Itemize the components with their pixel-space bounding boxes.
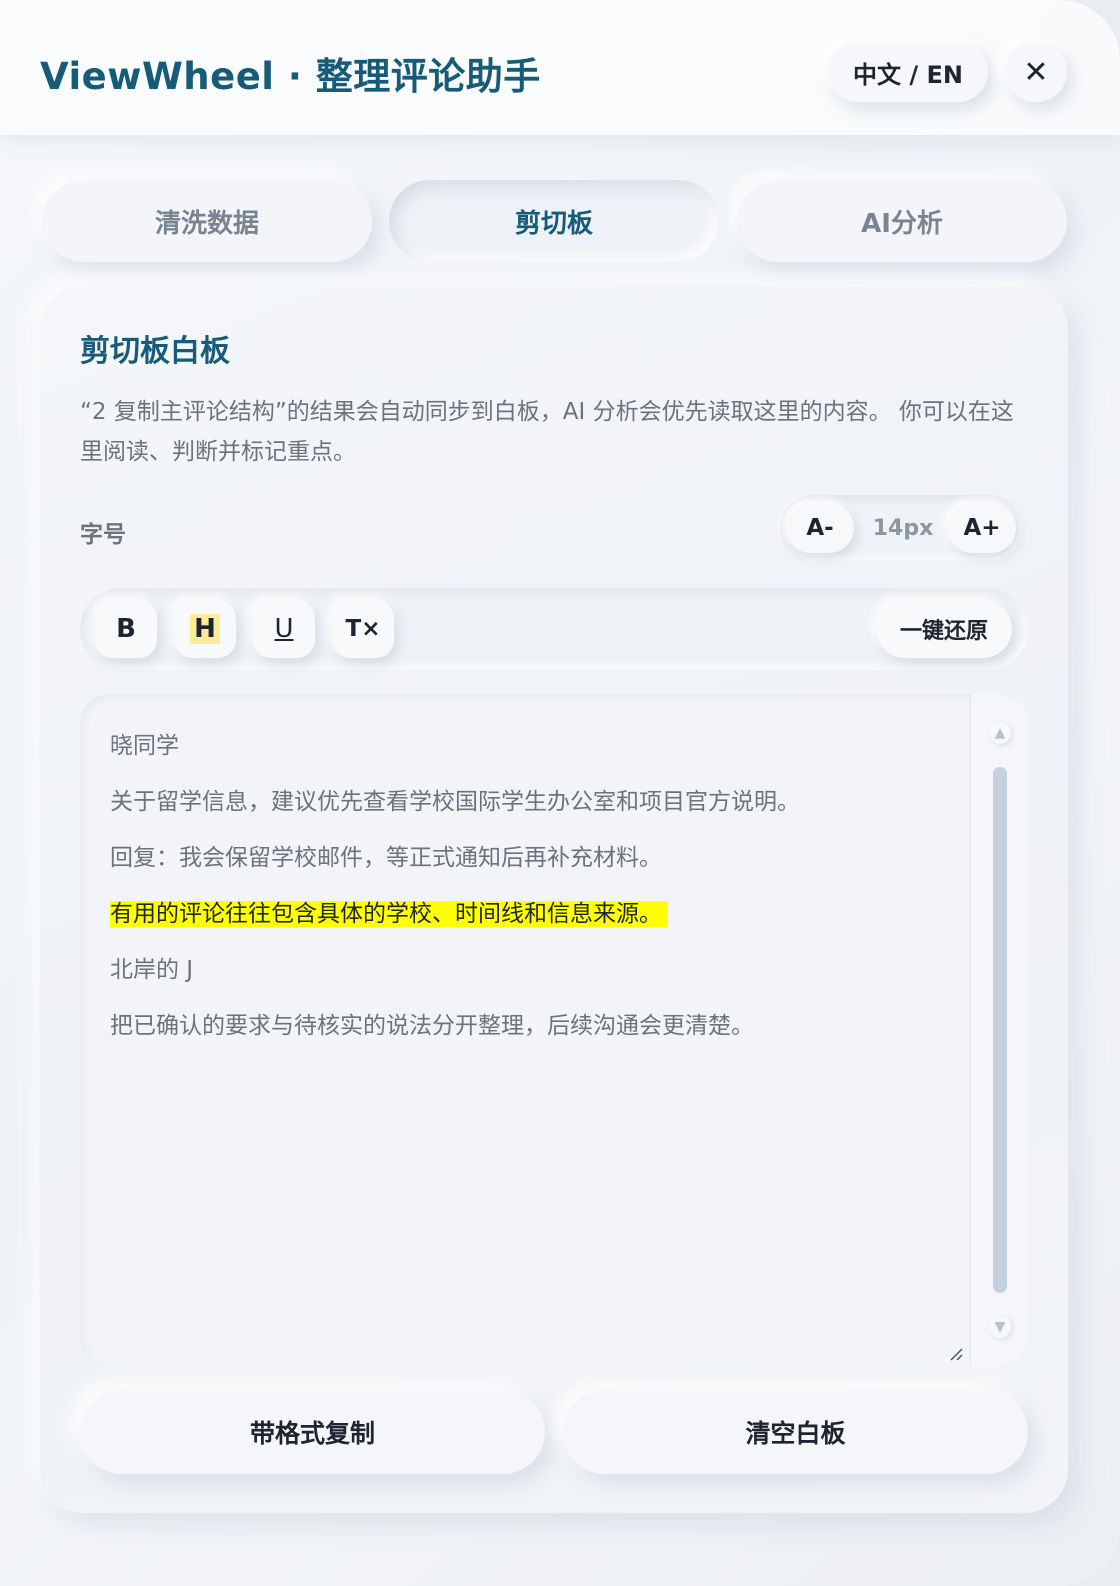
app-title: ViewWheel · 整理评论助手 <box>40 55 541 98</box>
resize-handle-icon[interactable] <box>948 1346 964 1362</box>
tab-ai-analysis[interactable]: AI分析 <box>737 180 1067 262</box>
scrollbar[interactable]: ▲ ▼ <box>970 694 1028 1366</box>
bold-button[interactable]: B <box>95 600 157 658</box>
content-line: 晓同学 <box>110 733 179 759</box>
close-button[interactable]: ✕ <box>1005 42 1067 102</box>
format-toolbar: B H U T× 一键还原 <box>80 588 1028 670</box>
font-size-label: 字号 <box>80 522 126 548</box>
underline-button[interactable]: U <box>253 600 315 658</box>
highlight-icon: H <box>190 614 220 644</box>
scroll-up-icon[interactable]: ▲ <box>989 722 1011 744</box>
assistant-panel: ViewWheel · 整理评论助手 中文 / EN ✕ 清洗数据 剪切板 AI… <box>0 0 1120 1586</box>
font-size-control: A- 14px A+ <box>780 495 1022 561</box>
tab-clean-data[interactable]: 清洗数据 <box>42 180 372 262</box>
header-bar: ViewWheel · 整理评论助手 中文 / EN ✕ <box>0 0 1120 135</box>
language-toggle-button[interactable]: 中文 / EN <box>828 42 988 102</box>
scroll-down-icon[interactable]: ▼ <box>989 1316 1011 1338</box>
whiteboard-content[interactable]: 晓同学 关于留学信息，建议优先查看学校国际学生办公室和项目官方说明。 回复：我会… <box>110 726 960 1062</box>
close-icon: ✕ <box>1023 54 1049 90</box>
highlight-mark: 有用的评论往往包含具体的学校、时间线和信息来源。 <box>110 901 668 927</box>
font-decrease-button[interactable]: A- <box>786 503 854 553</box>
content-line: 北岸的 J <box>110 957 194 983</box>
content-line-highlighted: 有用的评论往往包含具体的学校、时间线和信息来源。 <box>110 894 960 950</box>
font-increase-button[interactable]: A+ <box>948 503 1016 553</box>
clear-format-button[interactable]: T× <box>332 600 394 658</box>
whiteboard-editor[interactable]: 晓同学 关于留学信息，建议优先查看学校国际学生办公室和项目官方说明。 回复：我会… <box>80 694 1028 1366</box>
content-line: 把已确认的要求与待核实的说法分开整理，后续沟通会更清楚。 <box>110 1013 754 1039</box>
copy-formatted-button[interactable]: 带格式复制 <box>80 1390 545 1474</box>
content-line: 关于留学信息，建议优先查看学校国际学生办公室和项目官方说明。 <box>110 789 800 815</box>
scrollbar-thumb[interactable] <box>993 767 1007 1293</box>
card-description: “2 复制主评论结构”的结果会自动同步到白板，AI 分析会优先读取这里的内容。 … <box>80 399 1014 465</box>
clear-board-button[interactable]: 清空白板 <box>563 1390 1028 1474</box>
font-size-value: 14px <box>872 515 934 541</box>
restore-button[interactable]: 一键还原 <box>876 600 1012 658</box>
content-line: 回复：我会保留学校邮件，等正式通知后再补充材料。 <box>110 845 662 871</box>
tab-clipboard[interactable]: 剪切板 <box>389 180 719 262</box>
highlight-button[interactable]: H <box>174 600 236 658</box>
card-title: 剪切板白板 <box>80 334 230 369</box>
